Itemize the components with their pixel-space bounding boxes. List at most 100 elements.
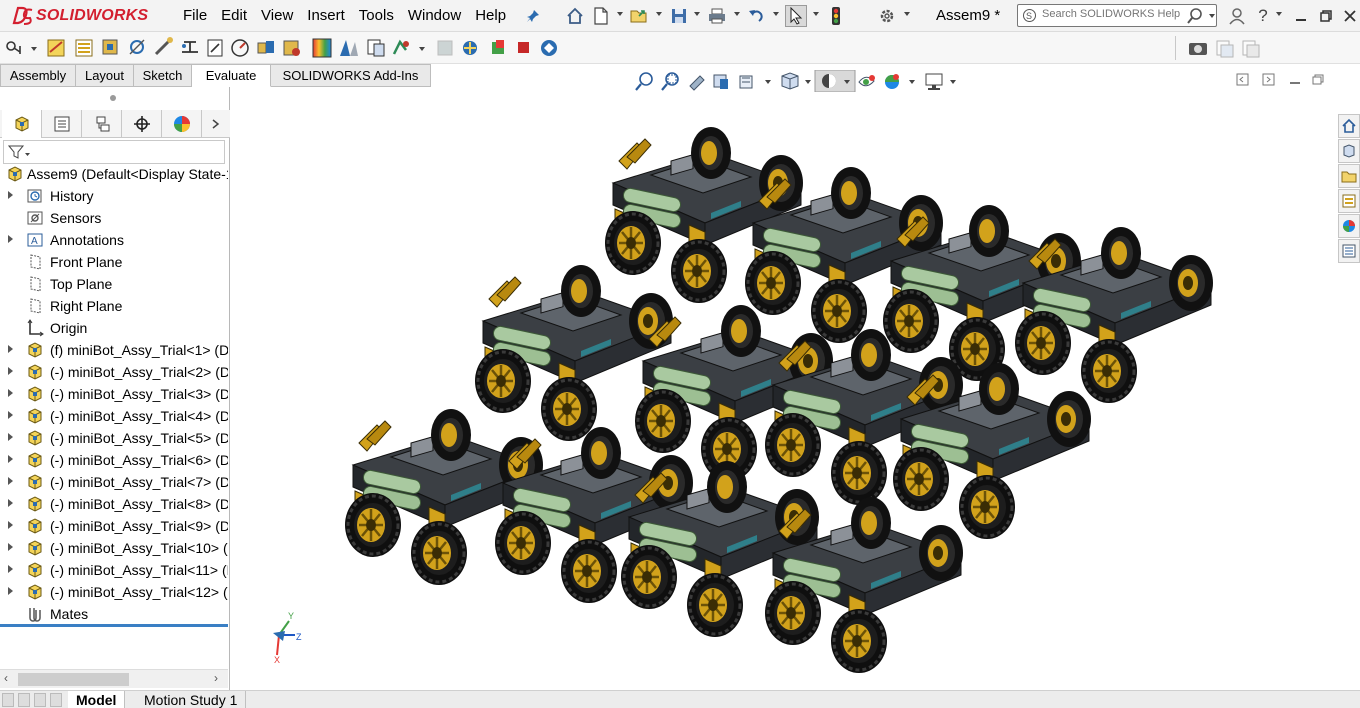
- expand-arrow-icon[interactable]: [8, 565, 13, 573]
- prev-tab-nav-icon[interactable]: [18, 693, 30, 707]
- new-dropdown-icon[interactable]: [617, 12, 623, 16]
- heads-up-view-toolbar[interactable]: [634, 70, 964, 92]
- rollback-bar[interactable]: [0, 624, 228, 627]
- menu-edit[interactable]: Edit: [214, 7, 254, 24]
- task-pane-resources[interactable]: [1338, 114, 1360, 138]
- help-search-input[interactable]: [1042, 8, 1182, 20]
- open-folder-icon[interactable]: [628, 5, 650, 27]
- task-pane-design-library[interactable]: [1338, 139, 1360, 163]
- expand-arrow-icon[interactable]: [8, 389, 13, 397]
- tree-item-minibot-assy-trial-7-default[interactable]: (-) miniBot_Assy_Trial<7> (Default<: [0, 471, 228, 493]
- menu-insert[interactable]: Insert: [300, 7, 352, 24]
- expand-arrow-icon[interactable]: [8, 455, 13, 463]
- task-pane-view-palette[interactable]: [1338, 189, 1360, 213]
- search-dropdown-icon[interactable]: [1209, 14, 1215, 18]
- tree-item-top-plane[interactable]: Top Plane: [0, 273, 228, 295]
- first-tab-nav-icon[interactable]: [2, 693, 14, 707]
- evaluate-tools-icons[interactable]: [0, 32, 570, 64]
- tree-filter-bar[interactable]: [3, 140, 225, 164]
- graphics-area[interactable]: Y Z X: [231, 93, 1336, 690]
- select-dropdown-icon[interactable]: [813, 12, 819, 16]
- expand-arrow-icon[interactable]: [8, 367, 13, 375]
- tree-item-minibot-assy-trial-3-default[interactable]: (-) miniBot_Assy_Trial<3> (Default<: [0, 383, 228, 405]
- tab-evaluate[interactable]: Evaluate: [192, 64, 271, 87]
- new-document-icon[interactable]: [590, 5, 612, 27]
- tree-horizontal-scrollbar[interactable]: ‹ ›: [0, 669, 228, 688]
- tab-layout[interactable]: Layout: [76, 64, 134, 87]
- expand-arrow-icon[interactable]: [8, 191, 13, 199]
- task-pane-appearances[interactable]: [1338, 214, 1360, 238]
- expand-arrow-icon[interactable]: [8, 587, 13, 595]
- tab-featuremanager[interactable]: [2, 110, 42, 138]
- filter-icon[interactable]: [8, 144, 30, 161]
- next-tab-nav-icon[interactable]: [34, 693, 46, 707]
- tree-item-origin[interactable]: Origin: [0, 317, 228, 339]
- tab-motion-study-1[interactable]: Motion Study 1: [136, 691, 247, 708]
- tab-displaymanager[interactable]: [162, 110, 202, 138]
- menu-file[interactable]: File: [176, 7, 214, 24]
- tab-solidworks-add-ins[interactable]: SOLIDWORKS Add-Ins: [271, 64, 431, 87]
- tree-item-minibot-assy-trial-10-default[interactable]: (-) miniBot_Assy_Trial<10> (Default: [0, 537, 228, 559]
- undo-icon[interactable]: [745, 5, 767, 27]
- task-pane-custom-properties[interactable]: [1338, 239, 1360, 263]
- tree-item-minibot-assy-trial-12-default[interactable]: (-) miniBot_Assy_Trial<12> (Default: [0, 581, 228, 603]
- help-question-icon[interactable]: ?: [1252, 5, 1274, 27]
- menu-view[interactable]: View: [254, 7, 300, 24]
- tree-item-minibot-assy-trial-4-default[interactable]: (-) miniBot_Assy_Trial<4> (Default<: [0, 405, 228, 427]
- tree-item-minibot-assy-trial-11-default[interactable]: (-) miniBot_Assy_Trial<11> (Default: [0, 559, 228, 581]
- scroll-left-icon[interactable]: ‹: [4, 671, 8, 685]
- capture-tools-icons[interactable]: [1175, 36, 1275, 60]
- tab-sketch[interactable]: Sketch: [134, 64, 192, 87]
- solidworks-logo[interactable]: SOLIDWORKS: [12, 4, 148, 28]
- save-icon[interactable]: [668, 5, 690, 27]
- tab-model[interactable]: Model: [68, 691, 126, 708]
- tree-root-assembly[interactable]: Assem9 (Default<Display State-1>): [0, 163, 228, 185]
- menu-help[interactable]: Help: [468, 7, 513, 24]
- tab-assembly[interactable]: Assembly: [0, 64, 76, 87]
- restore-icon[interactable]: [1315, 5, 1337, 27]
- tab-dimxpertmanager[interactable]: [122, 110, 162, 138]
- tab-propertymanager[interactable]: [42, 110, 82, 138]
- options-dropdown-icon[interactable]: [904, 12, 910, 16]
- expand-arrow-icon[interactable]: [8, 433, 13, 441]
- select-arrow-icon[interactable]: [785, 5, 807, 27]
- assembly-model-view[interactable]: Y Z X: [231, 93, 1336, 690]
- scroll-thumb[interactable]: [18, 673, 129, 686]
- pin-icon[interactable]: [522, 5, 544, 27]
- expand-arrow-icon[interactable]: [8, 499, 13, 507]
- rebuild-traffic-light-icon[interactable]: [825, 5, 847, 27]
- tree-item-front-plane[interactable]: Front Plane: [0, 251, 228, 273]
- scroll-right-icon[interactable]: ›: [214, 671, 218, 685]
- tree-item-minibot-assy-trial-8-default[interactable]: (-) miniBot_Assy_Trial<8> (Default<: [0, 493, 228, 515]
- last-tab-nav-icon[interactable]: [50, 693, 62, 707]
- panel-splitter-grip[interactable]: [110, 95, 116, 101]
- expand-arrow-icon[interactable]: [8, 411, 13, 419]
- undo-dropdown-icon[interactable]: [773, 12, 779, 16]
- menu-tools[interactable]: Tools: [352, 7, 401, 24]
- menu-window[interactable]: Window: [401, 7, 468, 24]
- tree-item-mates[interactable]: Mates: [0, 603, 228, 625]
- tree-item-annotations[interactable]: A Annotations: [0, 229, 228, 251]
- help-dropdown-icon[interactable]: [1276, 12, 1282, 16]
- tree-item-f-minibot-assy-trial-1-default[interactable]: (f) miniBot_Assy_Trial<1> (Default<: [0, 339, 228, 361]
- expand-arrow-icon[interactable]: [8, 235, 13, 243]
- expand-arrow-icon[interactable]: [8, 477, 13, 485]
- tree-item-history[interactable]: History: [0, 185, 228, 207]
- tree-item-minibot-assy-trial-6-default[interactable]: (-) miniBot_Assy_Trial<6> (Default<: [0, 449, 228, 471]
- tree-item-minibot-assy-trial-5-default[interactable]: (-) miniBot_Assy_Trial<5> (Default<: [0, 427, 228, 449]
- minimize-icon[interactable]: [1290, 5, 1312, 27]
- close-icon[interactable]: [1339, 5, 1360, 27]
- user-account-icon[interactable]: [1226, 5, 1248, 27]
- tab-configurationmanager[interactable]: [82, 110, 122, 138]
- tree-item-minibot-assy-trial-9-default[interactable]: (-) miniBot_Assy_Trial<9> (Default<: [0, 515, 228, 537]
- print-icon[interactable]: [706, 5, 728, 27]
- panel-tabs-more-icon[interactable]: [202, 110, 228, 138]
- expand-arrow-icon[interactable]: [8, 543, 13, 551]
- home-icon[interactable]: [564, 5, 586, 27]
- open-dropdown-icon[interactable]: [656, 12, 662, 16]
- print-dropdown-icon[interactable]: [734, 12, 740, 16]
- tree-item-sensors[interactable]: Sensors: [0, 207, 228, 229]
- tree-item-right-plane[interactable]: Right Plane: [0, 295, 228, 317]
- save-dropdown-icon[interactable]: [694, 12, 700, 16]
- search-icon[interactable]: [1186, 7, 1204, 25]
